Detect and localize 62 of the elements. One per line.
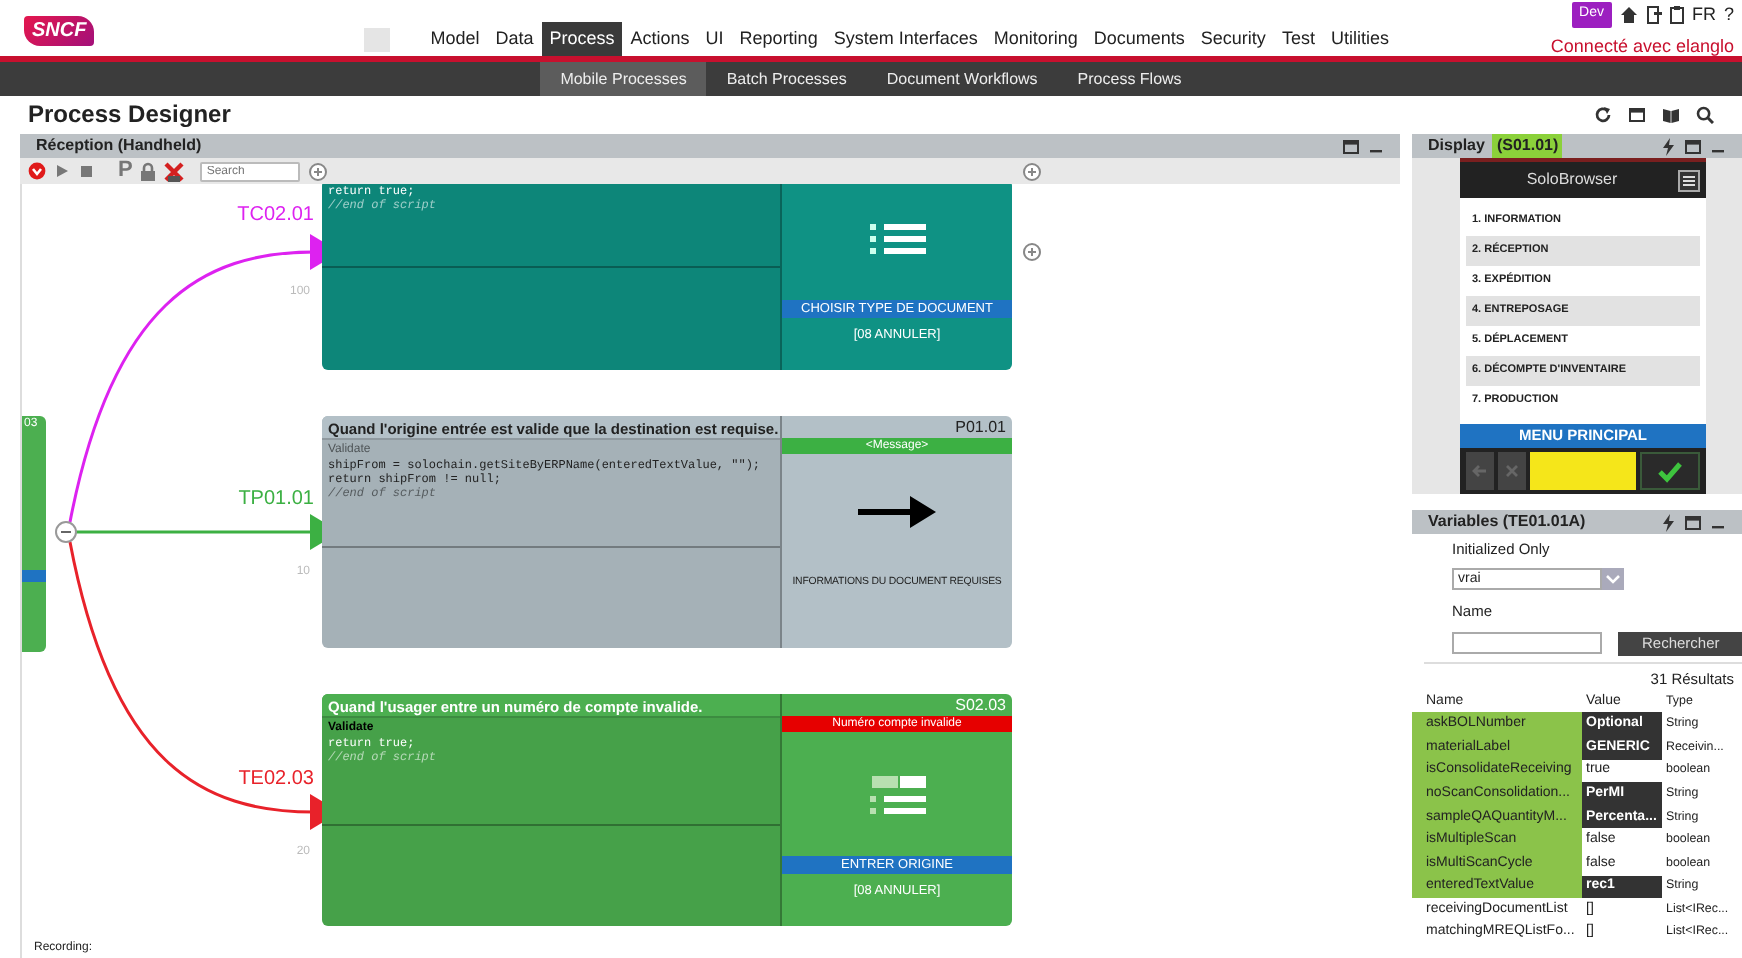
nav-tab[interactable]: Data — [487, 22, 542, 56]
home-icon[interactable] — [1619, 6, 1638, 24]
app-title: SoloBrowser — [1524, 168, 1620, 192]
process-card[interactable] — [322, 416, 1012, 648]
form-icon — [869, 775, 925, 813]
nav-tab[interactable]: Reporting — [731, 22, 826, 56]
input-field[interactable] — [1530, 452, 1636, 490]
language-menu[interactable]: FR — [1691, 1, 1716, 29]
sub-tab[interactable]: Mobile Processes — [540, 62, 707, 96]
nav-tab[interactable]: Documents — [1085, 22, 1193, 56]
add-icon[interactable] — [1022, 242, 1042, 262]
page-title: Process Designer — [28, 100, 231, 130]
record-icon[interactable] — [28, 162, 46, 180]
check-icon[interactable] — [1640, 452, 1700, 490]
play-icon[interactable] — [54, 162, 70, 180]
arrow-icon — [857, 491, 937, 532]
node-bar — [22, 570, 46, 582]
connector-icon[interactable] — [55, 521, 77, 543]
menu-icon[interactable] — [1678, 169, 1700, 191]
bolt-icon[interactable] — [1660, 137, 1676, 155]
transition-label: TP01.01 — [238, 486, 314, 514]
nav-tab[interactable]: Actions — [622, 22, 698, 56]
node-id: S02.03 — [953, 694, 1008, 716]
parking-button[interactable]: P — [118, 160, 133, 182]
nav-tab[interactable]: Monitoring — [985, 22, 1086, 56]
add-icon[interactable] — [1022, 161, 1042, 181]
help-link[interactable]: ? — [1723, 1, 1734, 29]
name-field[interactable] — [1452, 632, 1602, 654]
nav-tab[interactable]: Test — [1273, 22, 1323, 56]
bolt-icon[interactable] — [1660, 513, 1676, 531]
panel-title: Display — [1428, 134, 1485, 158]
nav-tab[interactable]: Process — [541, 22, 623, 56]
sub-tab[interactable]: Process Flows — [1057, 62, 1202, 96]
lock-icon[interactable] — [140, 161, 157, 181]
window-icon[interactable] — [1628, 106, 1646, 124]
nav-tab[interactable]: UI — [697, 22, 732, 56]
nav-tab[interactable]: System Interfaces — [825, 22, 986, 56]
transition-label: TC02.01 — [237, 202, 314, 230]
search-icon[interactable] — [1696, 106, 1714, 124]
stop-icon[interactable] — [78, 162, 94, 180]
nav-tab[interactable]: Model — [422, 22, 488, 56]
sub-tab[interactable]: Batch Processes — [706, 62, 867, 96]
list-icon — [869, 220, 925, 260]
nav-tab[interactable]: Security — [1192, 22, 1274, 56]
state-id: (S01.01) — [1492, 134, 1563, 158]
nav-tab[interactable]: Utilities — [1322, 22, 1397, 56]
delete-icon[interactable] — [164, 161, 185, 181]
node-id: P01.01 — [953, 416, 1008, 438]
logout-icon[interactable] — [1645, 6, 1662, 24]
transition-label: TE02.03 — [238, 766, 314, 794]
maximize-icon[interactable] — [1684, 513, 1702, 531]
add-icon[interactable] — [308, 161, 329, 181]
panel-title: Réception (Handheld) — [36, 134, 202, 158]
maximize-icon[interactable] — [1684, 137, 1702, 155]
refresh-icon[interactable] — [1594, 106, 1612, 124]
book-icon[interactable] — [1662, 106, 1680, 124]
maximize-icon[interactable] — [1342, 137, 1360, 155]
panel-title: Variables (TE01.01A) — [1428, 510, 1586, 534]
logo[interactable]: SNCF — [24, 16, 95, 46]
sub-tab[interactable]: Document Workflows — [866, 62, 1058, 96]
clipboard-icon[interactable] — [1669, 6, 1684, 24]
user-status[interactable]: Connecté avec elanglo — [1550, 34, 1734, 61]
